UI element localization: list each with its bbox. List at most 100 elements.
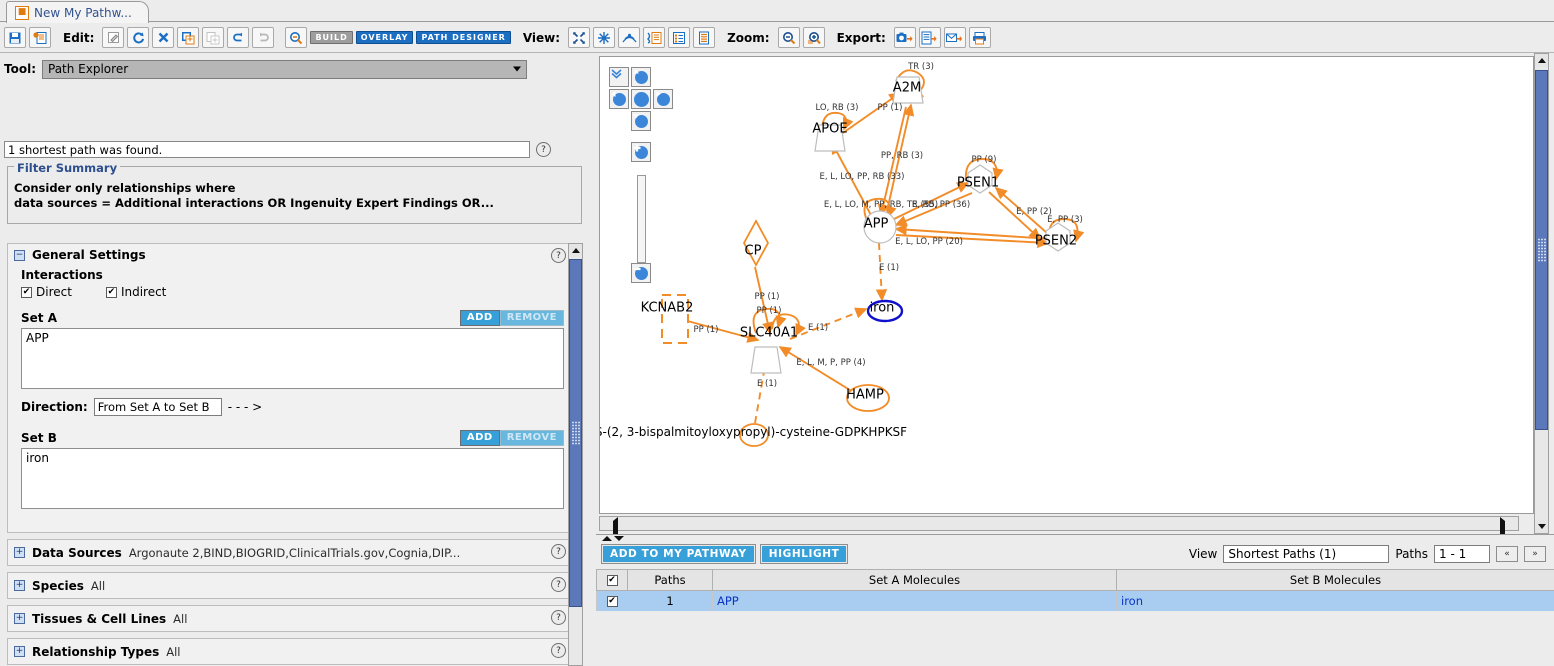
status-help-icon[interactable]: ? <box>536 142 551 157</box>
set-b-column-header[interactable]: Set B Molecules <box>1117 570 1554 591</box>
set-a-column-header[interactable]: Set A Molecules <box>713 570 1117 591</box>
paths-column-header[interactable]: Paths <box>628 570 713 591</box>
paths-dropdown[interactable]: 1 - 1 <box>1434 545 1490 563</box>
direct-checkbox[interactable]: ✔ <box>21 287 32 298</box>
view-dropdown[interactable]: Shortest Paths (1) <box>1223 545 1389 563</box>
zoom-in-button[interactable] <box>803 27 825 48</box>
row-select-cell[interactable]: ✔ <box>597 591 628 612</box>
fit-to-window-button[interactable] <box>568 27 590 48</box>
save-as-button[interactable] <box>29 27 51 48</box>
zoom-out-graph-button[interactable] <box>631 263 651 283</box>
zoom-out-tool-button[interactable] <box>285 27 307 48</box>
expand-icon[interactable]: + <box>14 646 25 657</box>
data-sources-help-icon[interactable]: ? <box>551 544 566 559</box>
document-view-button[interactable] <box>693 27 715 48</box>
node-label-cp[interactable]: CP <box>745 244 762 259</box>
list-view-button[interactable] <box>668 27 690 48</box>
prev-page-button[interactable]: « <box>1496 546 1518 562</box>
collapse-icon[interactable]: − <box>14 250 25 261</box>
export-document-button[interactable] <box>919 27 941 48</box>
relationship-types-card[interactable]: + Relationship Types All ? <box>7 638 573 665</box>
node-label-psen2[interactable]: PSEN2 <box>1035 234 1077 249</box>
scrollbar-thumb[interactable] <box>569 259 582 607</box>
species-card[interactable]: + Species All ? <box>7 572 573 599</box>
build-pill[interactable]: BUILD <box>310 31 352 44</box>
node-label-app[interactable]: APP <box>864 217 889 232</box>
zoom-in-graph-button[interactable] <box>631 142 651 162</box>
node-label-scgd[interactable]: S-(2, 3-bispalmitoyloxypropyl)-cysteine-… <box>599 425 907 439</box>
set-b-add-button[interactable]: ADD <box>460 430 500 446</box>
pan-right-button[interactable] <box>653 89 673 109</box>
zoom-out-button[interactable] <box>778 27 800 48</box>
node-label-a2m[interactable]: A2M <box>893 81 921 96</box>
species-help-icon[interactable]: ? <box>551 577 566 592</box>
export-image-button[interactable] <box>894 27 916 48</box>
zoom-slider-track[interactable] <box>637 175 646 263</box>
settings-scrollbar[interactable] <box>568 243 583 666</box>
overlay-pill[interactable]: OVERLAY <box>356 31 414 44</box>
paste-molecules-button[interactable] <box>202 27 224 48</box>
graph-scroll-up-button[interactable] <box>1535 54 1548 67</box>
legend-molecules-button[interactable] <box>643 27 665 48</box>
select-all-checkbox[interactable]: ✔ <box>607 575 618 586</box>
collapse-nav-button[interactable] <box>609 67 629 87</box>
panel-splitter[interactable] <box>596 534 1554 543</box>
path-designer-pill[interactable]: PATH DESIGNER <box>416 31 510 44</box>
node-label-slc40a1[interactable]: SLC40A1 <box>740 326 798 341</box>
set-a-add-button[interactable]: ADD <box>460 310 500 326</box>
expand-icon[interactable]: + <box>14 580 25 591</box>
pan-center-button[interactable] <box>631 89 651 109</box>
add-to-my-pathway-button[interactable]: ADD TO MY PATHWAY <box>602 545 755 563</box>
set-b-input[interactable]: iron <box>21 448 564 509</box>
set-a-input[interactable]: APP <box>21 328 564 389</box>
layout-hierarchical-button[interactable] <box>618 27 640 48</box>
row-set-a-cell[interactable]: APP <box>713 591 1117 612</box>
copy-molecules-button[interactable] <box>177 27 199 48</box>
scroll-up-button[interactable] <box>569 244 582 257</box>
graph-scrollbar-thumb[interactable] <box>1535 70 1548 430</box>
general-settings-header[interactable]: − General Settings <box>8 244 572 266</box>
save-button[interactable] <box>4 27 26 48</box>
print-button[interactable] <box>969 27 991 48</box>
layout-radial-button[interactable] <box>593 27 615 48</box>
indirect-checkbox[interactable]: ✔ <box>106 287 117 298</box>
general-settings-help-icon[interactable]: ? <box>551 248 566 263</box>
node-label-hamp[interactable]: HAMP <box>846 388 884 403</box>
node-label-iron[interactable]: iron <box>870 301 895 316</box>
direction-dropdown[interactable]: From Set A to Set B <box>94 398 222 416</box>
next-page-button[interactable]: » <box>1524 546 1546 562</box>
table-row[interactable]: ✔ 1 APP iron <box>597 591 1554 612</box>
graph-horizontal-scrollbar[interactable] <box>599 516 1519 531</box>
pan-left-button[interactable] <box>609 89 629 109</box>
expand-icon[interactable]: + <box>14 547 25 558</box>
graph-vertical-scrollbar[interactable] <box>1534 53 1549 534</box>
undo-button[interactable] <box>227 27 249 48</box>
node-label-apoe[interactable]: APOE <box>812 122 847 137</box>
tissues-help-icon[interactable]: ? <box>551 610 566 625</box>
node-label-psen1[interactable]: PSEN1 <box>957 176 999 191</box>
pan-up-button[interactable] <box>631 67 651 87</box>
scroll-left-button[interactable] <box>600 517 613 530</box>
delete-button[interactable] <box>152 27 174 48</box>
redo-button[interactable] <box>252 27 274 48</box>
graph-scroll-down-button[interactable] <box>1535 520 1548 533</box>
pathway-canvas[interactable]: A2M APOE PSEN1 PSEN2 APP CP KCNAB2 SLC40A1 HAMP i… <box>599 56 1534 514</box>
tissues-cell-lines-card[interactable]: + Tissues & Cell Lines All ? <box>7 605 573 632</box>
select-all-header[interactable]: ✔ <box>597 570 628 591</box>
relationship-types-help-icon[interactable]: ? <box>551 643 566 658</box>
splitter-up-icon[interactable] <box>602 536 612 541</box>
splitter-down-icon[interactable] <box>614 536 624 541</box>
node-label-kcnab2[interactable]: KCNAB2 <box>641 301 694 316</box>
scroll-right-button[interactable] <box>1505 517 1518 530</box>
row-checkbox[interactable]: ✔ <box>607 596 618 607</box>
expand-icon[interactable]: + <box>14 613 25 624</box>
tool-dropdown[interactable]: Path Explorer <box>42 60 527 79</box>
data-sources-card[interactable]: + Data Sources Argonaute 2,BIND,BIOGRID,… <box>7 539 573 566</box>
set-b-remove-button[interactable]: REMOVE <box>500 430 564 446</box>
pan-down-button[interactable] <box>631 111 651 131</box>
tab-new-my-pathway[interactable]: ■ New My Pathw... <box>6 1 149 23</box>
export-email-button[interactable] <box>944 27 966 48</box>
set-a-remove-button[interactable]: REMOVE <box>500 310 564 326</box>
highlight-button[interactable]: HIGHLIGHT <box>761 545 848 563</box>
refresh-button[interactable] <box>127 27 149 48</box>
